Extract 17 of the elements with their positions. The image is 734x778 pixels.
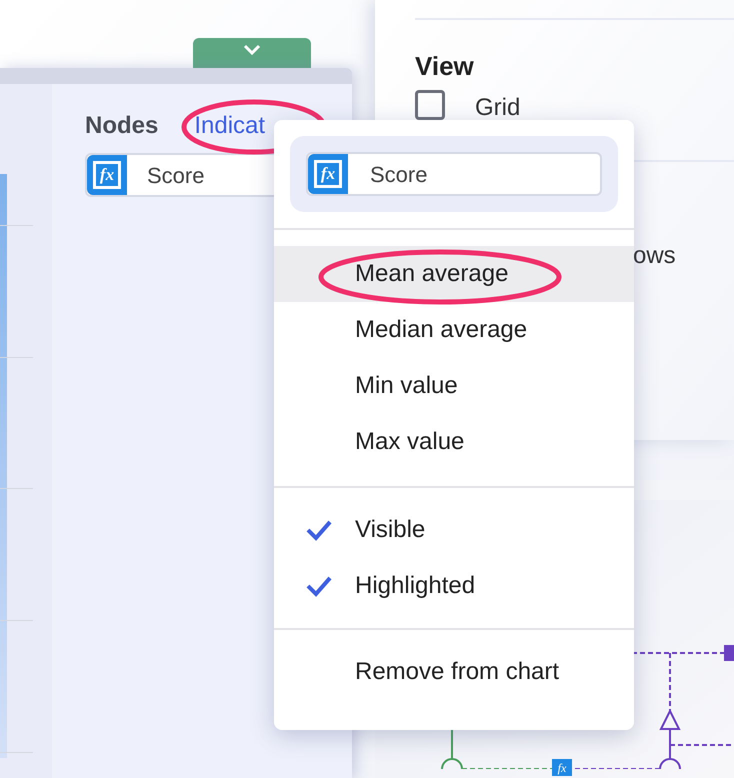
menu-item-label: Highlighted xyxy=(355,571,476,601)
indicator-field[interactable]: fx Score xyxy=(306,152,602,196)
menu-item[interactable]: Highlighted xyxy=(274,558,634,614)
menu-item[interactable]: Max value xyxy=(274,414,634,470)
menu-item[interactable]: Median average xyxy=(274,302,634,358)
function-icon: fx xyxy=(552,759,572,776)
panel-tab[interactable]: Nodes xyxy=(85,111,158,141)
function-icon: fx xyxy=(87,155,127,195)
function-icon: fx xyxy=(308,154,348,194)
menu-item-label: Visible xyxy=(355,515,426,545)
menu-item[interactable]: Remove from chart xyxy=(274,644,634,700)
chevron-down-icon xyxy=(243,44,261,56)
menu-item[interactable]: Min value xyxy=(274,358,634,414)
checkbox-label: Grid xyxy=(475,93,520,123)
menu-item[interactable]: Visible xyxy=(274,502,634,558)
section-title: View xyxy=(415,50,475,83)
option-label: ows xyxy=(633,242,676,269)
